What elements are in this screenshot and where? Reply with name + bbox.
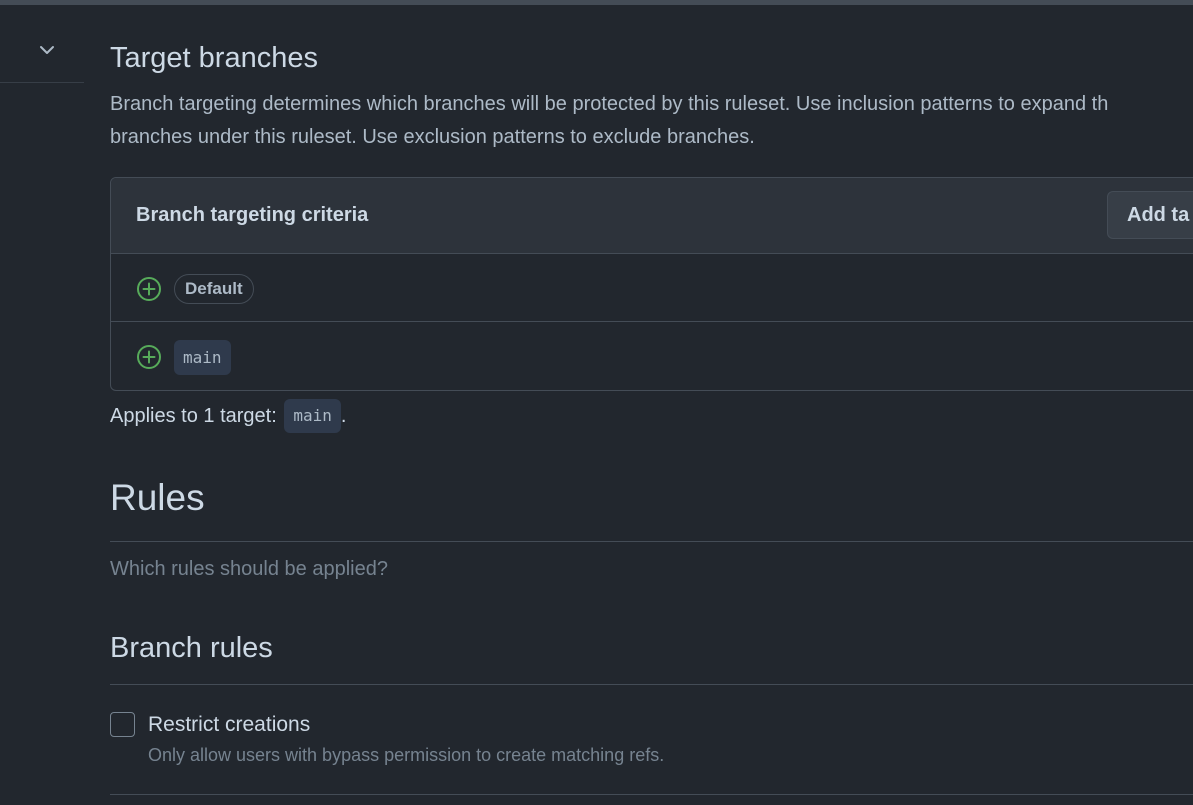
- branch-rules-heading: Branch rules: [110, 632, 273, 664]
- main-branch-code: main: [174, 340, 231, 375]
- sidebar-collapse-area: [0, 5, 84, 83]
- rules-divider: [110, 541, 1193, 542]
- restrict-creations-label[interactable]: Restrict creations: [148, 713, 310, 737]
- criteria-row-main: main: [111, 322, 1193, 390]
- criteria-row-default: Default: [111, 254, 1193, 322]
- target-branches-description: Branch targeting determines which branch…: [110, 88, 1193, 154]
- applies-target-code: main: [284, 399, 341, 433]
- plus-circle-icon: [137, 345, 161, 369]
- branch-targeting-criteria-box: Branch targeting criteria Add ta Default…: [110, 177, 1193, 391]
- chevron-down-icon[interactable]: [37, 40, 57, 60]
- restrict-creations-checkbox[interactable]: [110, 712, 135, 737]
- ruleset-main: Target branches Branch targeting determi…: [110, 0, 1193, 805]
- restrict-creations-description: Only allow users with bypass permission …: [148, 745, 665, 765]
- rule-item-divider: [110, 794, 1193, 795]
- description-line-2: branches under this ruleset. Use exclusi…: [110, 126, 755, 148]
- criteria-header: Branch targeting criteria Add ta: [111, 178, 1193, 254]
- branch-rules-divider: [110, 684, 1193, 685]
- default-branch-pill: Default: [174, 274, 254, 304]
- rules-heading: Rules: [110, 477, 205, 518]
- applies-text: Applies to 1 target:: [110, 405, 277, 427]
- target-branches-heading: Target branches: [110, 42, 318, 74]
- criteria-title: Branch targeting criteria: [136, 204, 369, 226]
- applies-suffix: .: [340, 405, 347, 427]
- plus-circle-icon: [137, 277, 161, 301]
- applies-to-summary: Applies to 1 target: main.: [110, 399, 346, 433]
- add-target-button[interactable]: Add ta: [1107, 191, 1193, 239]
- description-line-1: Branch targeting determines which branch…: [110, 93, 1109, 115]
- rules-subtitle: Which rules should be applied?: [110, 558, 388, 580]
